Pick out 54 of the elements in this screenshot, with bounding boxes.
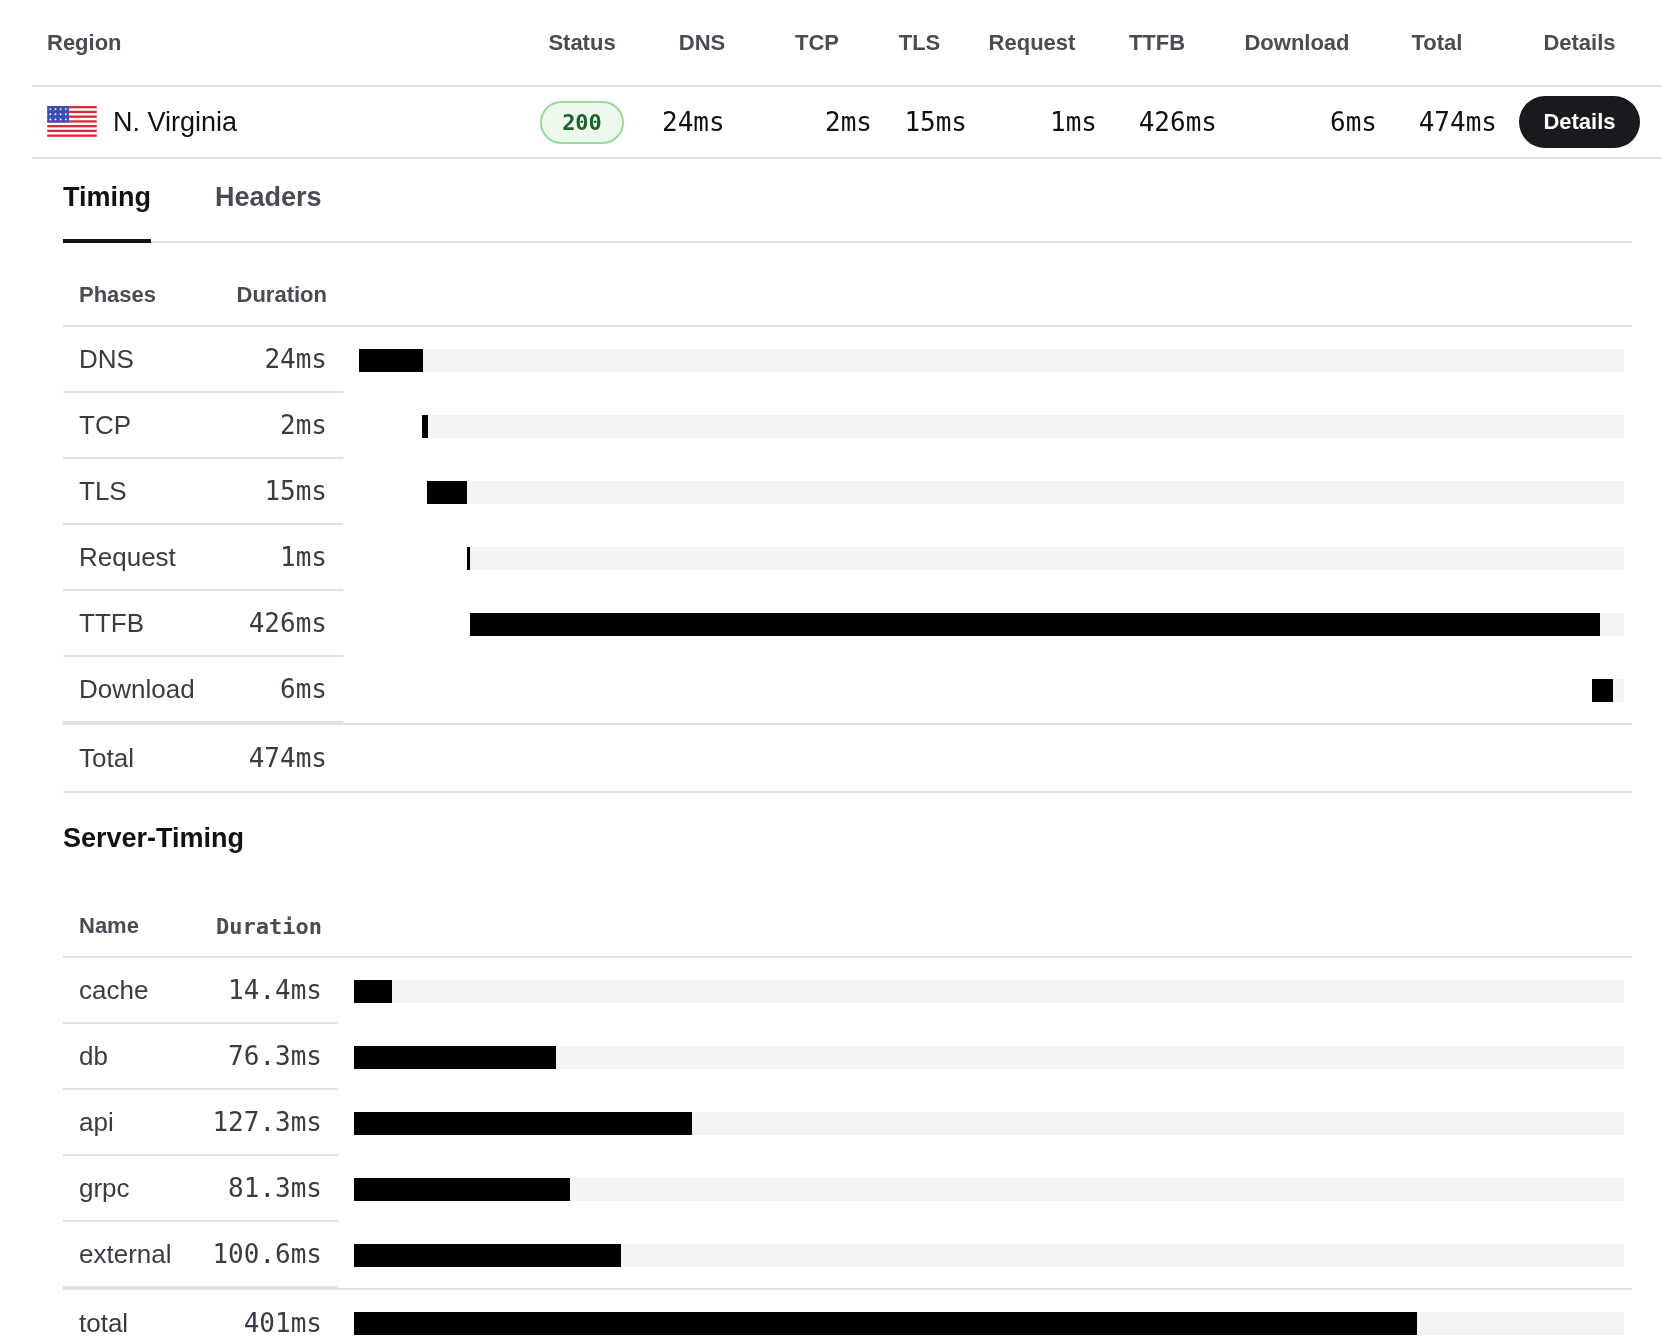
table-cell: 100.6ms [198,1222,338,1288]
table-cell: 127.3ms [198,1090,338,1156]
table-cell: TLS [63,459,213,525]
table-cell: 24ms [213,327,343,393]
table-cell: 1ms [213,525,343,591]
table-cell: Request [63,525,213,591]
column-header: Name [78,912,140,940]
table-cell: 2ms [825,107,872,137]
table-cell: 24ms [662,107,725,137]
table-cell: 2ms [213,393,343,459]
column-header: Region [47,29,122,56]
table-cell: api [63,1090,198,1156]
column-header: Details [1543,29,1616,56]
table-cell: 6ms [1330,107,1377,137]
column-header: Total [1411,29,1463,56]
status-badge: 200 [540,100,624,144]
section-title: Server-Timing [63,822,246,855]
table-cell: 15ms [904,107,967,137]
table-cell: TCP [63,393,213,459]
column-header: Download [1244,29,1350,56]
table-cell: 426ms [213,591,343,657]
column-header: DNS [678,29,726,56]
column-header: Status [548,29,616,56]
table-cell: 81.3ms [198,1156,338,1222]
table-cell: 426ms [1138,107,1217,137]
column-header: Duration [215,912,323,941]
column-header: Request [988,29,1076,56]
table-cell: 76.3ms [198,1024,338,1090]
column-header: Duration [235,281,328,309]
column-header: TLS [898,29,941,56]
table-cell: DNS [63,327,213,393]
table-cell: TTFB [63,591,213,657]
table-cell: 14.4ms [198,958,338,1024]
table-cell: cache [63,958,198,1024]
table-cell-text: 474ms [247,742,328,775]
table-cell: 474ms [1418,107,1497,137]
table-cell-text: 401ms [242,1307,323,1340]
region-name: N. Virginia [113,106,238,138]
table-cell-text: total [78,1306,130,1340]
table-cell: db [63,1024,198,1090]
table-cell: grpc [63,1156,198,1222]
table-cell: Download [63,657,213,723]
column-header: Phases [78,281,158,309]
flag-icon [47,105,97,139]
table-cell: 15ms [213,459,343,525]
table-cell-text: Total [78,741,135,775]
column-header: TCP [795,29,839,56]
tab[interactable]: Headers [215,182,322,243]
table-cell: 1ms [1050,107,1097,137]
tab[interactable]: Timing [63,182,151,243]
details-button[interactable]: Details [1519,96,1640,148]
table-cell: 6ms [213,657,343,723]
table-cell: external [63,1222,198,1288]
column-header: TTFB [1128,29,1186,56]
